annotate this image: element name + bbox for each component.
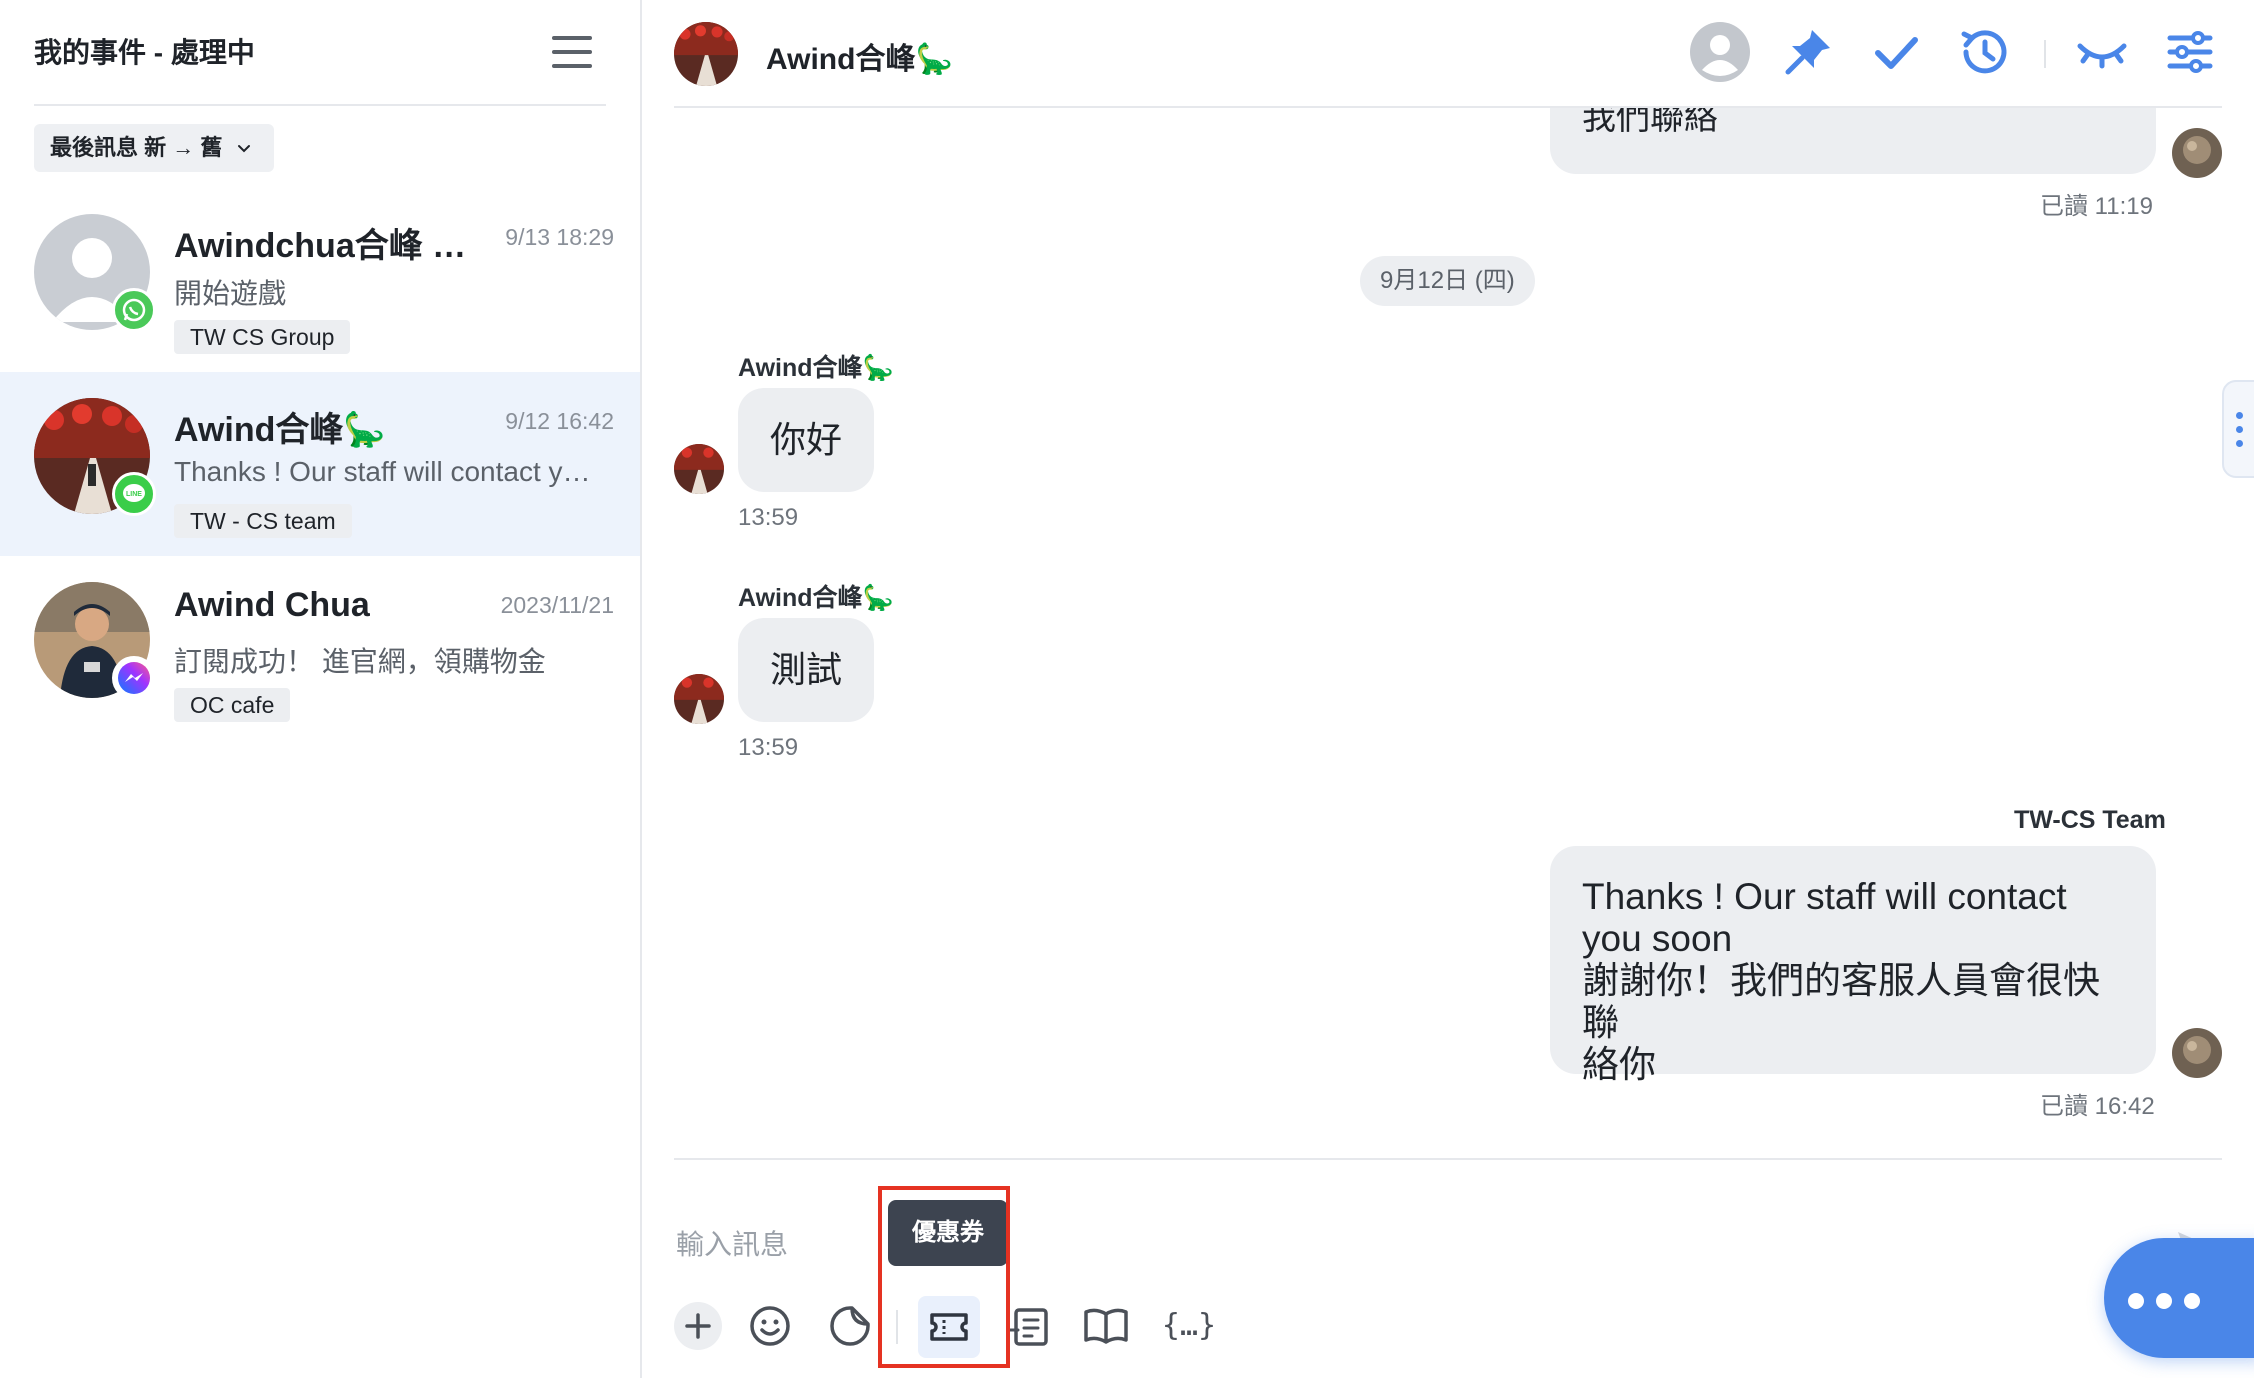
conversation-snippet: Thanks ! Our staff will contact y…: [174, 456, 591, 487]
message-bubble-incoming: 你好: [738, 388, 874, 492]
message-bubble-outgoing: 我們聯絡: [1550, 108, 2156, 174]
conversation-tag: TW CS Group: [174, 320, 351, 354]
message-list[interactable]: 我們聯絡 已讀 11:19 9月12日 (四) Awind合峰🦕 你好 13:5…: [674, 108, 2222, 1158]
conversation-name: Awind合峰🦕: [174, 411, 386, 449]
contact-avatar-small: [674, 444, 724, 494]
conversation-snippet: 訂閱成功！ 進官網，領購物金: [174, 646, 546, 677]
agent-avatar: [2172, 1028, 2222, 1078]
whatsapp-icon: [112, 288, 156, 332]
add-icon[interactable]: [672, 1300, 724, 1352]
conversation-time: 2023/11/21: [500, 592, 614, 618]
sidebar-header: 我的事件 - 處理中: [34, 32, 606, 74]
emoji-icon[interactable]: [744, 1300, 796, 1352]
conversation-tag: TW - CS team: [174, 504, 352, 538]
sticker-icon[interactable]: [824, 1300, 876, 1352]
conversation-tag: OC cafe: [174, 688, 291, 722]
sidebar-divider: [34, 104, 606, 106]
settings-sliders-icon[interactable]: [2158, 20, 2222, 84]
resolve-check-icon[interactable]: [1864, 20, 1928, 84]
message-bubble-incoming: 測試: [738, 618, 874, 722]
variable-label: {…}: [1161, 1308, 1217, 1343]
message-time: 13:59: [738, 734, 799, 761]
agent-avatar: [2172, 128, 2222, 178]
conversation-item[interactable]: LINE Awind合峰🦕 9/12 16:42 Thanks ! Our st…: [0, 372, 640, 556]
conversation-item[interactable]: Awind Chua 2023/11/21 訂閱成功！ 進官網，領購物金 OC …: [0, 556, 640, 740]
conversation-item[interactable]: Awindchua合峰 … 9/13 18:29 開始遊戲 TW CS Grou…: [0, 188, 640, 372]
contact-avatar-small: [674, 674, 724, 724]
message-text: 你好: [769, 419, 842, 460]
knowledge-book-icon[interactable]: [1080, 1300, 1132, 1352]
message-text-line: 絡你: [1582, 1044, 1656, 1085]
conversation-time: 9/12 16:42: [505, 408, 614, 434]
pin-icon[interactable]: [1776, 20, 1840, 84]
conversation-time: 9/13 18:29: [505, 224, 614, 250]
sidebar-title: 我的事件 - 處理中: [34, 37, 255, 68]
sort-dropdown[interactable]: 最後訊息 新 → 舊: [34, 124, 275, 172]
history-icon[interactable]: [1952, 20, 2016, 84]
contact-avatar[interactable]: [674, 22, 738, 86]
conversation-name: Awindchua合峰 …: [174, 227, 467, 265]
message-text-line: Thanks ! Our staff will contact: [1582, 876, 2067, 917]
svg-text:LINE: LINE: [126, 491, 142, 498]
read-receipt: 已讀 11:19: [2040, 193, 2153, 220]
more-actions-button[interactable]: [2104, 1238, 2254, 1358]
message-bubble-outgoing: Thanks ! Our staff will contact you soon…: [1550, 846, 2156, 1085]
header-separator: [2044, 40, 2046, 68]
chevron-down-icon: [238, 145, 251, 153]
message-time: 13:59: [738, 504, 799, 531]
side-panel-toggle[interactable]: [2222, 380, 2254, 478]
contact-name: Awind合峰🦕: [766, 43, 953, 76]
hide-eye-icon[interactable]: [2070, 20, 2134, 84]
message-sender: TW-CS Team: [2014, 806, 2166, 834]
line-icon: LINE: [112, 472, 156, 516]
highlight-annotation: [878, 1186, 1010, 1368]
sort-label: 最後訊息 新 → 舊: [50, 135, 223, 160]
conversation-sidebar: 我的事件 - 處理中 最後訊息 新 → 舊 Awindchua合峰 … 9/13…: [0, 0, 642, 1378]
menu-icon[interactable]: [552, 34, 596, 70]
variable-icon[interactable]: {…}: [1158, 1300, 1220, 1352]
composer-divider: [674, 1158, 2222, 1160]
assign-user-icon[interactable]: [1688, 20, 1752, 84]
message-text: 測試: [769, 649, 842, 690]
message-text-line: you soon: [1582, 918, 1733, 959]
message-text: 我們聯絡: [1582, 108, 1718, 137]
message-sender: Awind合峰🦕: [738, 354, 894, 382]
date-divider: 9月12日 (四): [1360, 256, 1535, 306]
chat-header: Awind合峰🦕: [674, 0, 2222, 108]
messenger-icon: [112, 656, 156, 700]
conversation-snippet: 開始遊戲: [174, 278, 287, 309]
message-sender: Awind合峰🦕: [738, 584, 894, 612]
read-receipt: 已讀 16:42: [2040, 1093, 2155, 1120]
conversation-name: Awind Chua: [174, 586, 370, 624]
message-text-line: 謝謝你！我們的客服人員會很快聯: [1582, 960, 2100, 1043]
